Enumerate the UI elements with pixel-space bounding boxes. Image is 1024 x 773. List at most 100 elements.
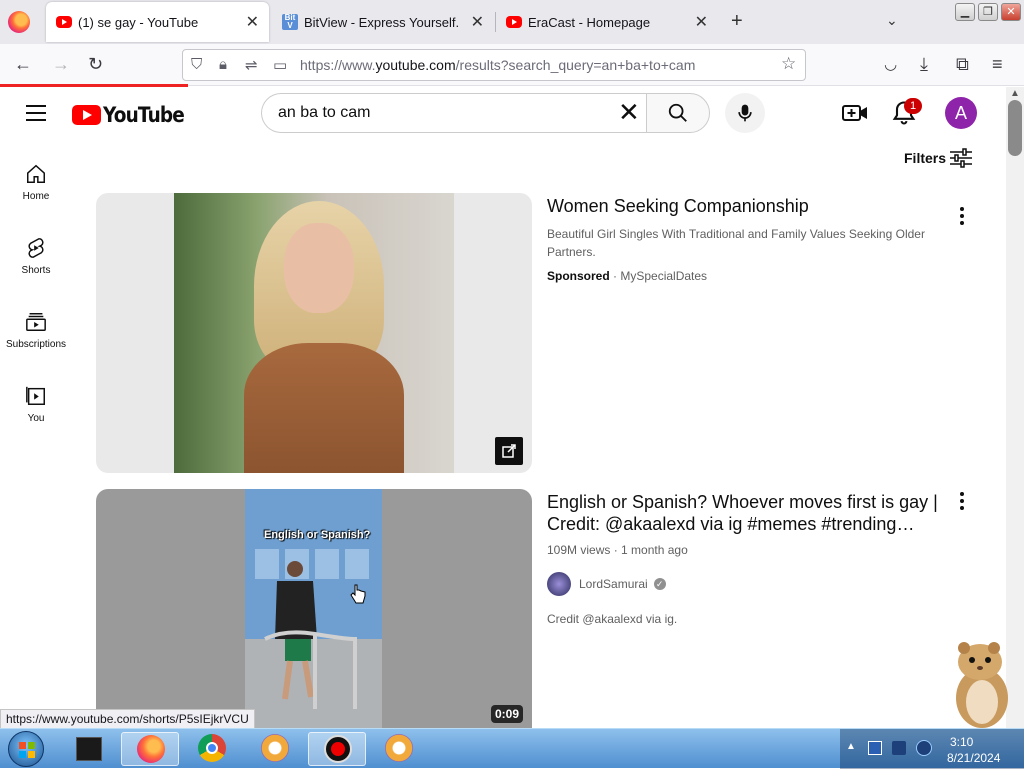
avatar[interactable]: A xyxy=(945,97,977,129)
clock-time[interactable]: 3:10 xyxy=(950,735,973,749)
youtube-icon xyxy=(506,14,522,30)
upload-age: 1 month ago xyxy=(621,543,688,557)
guide-label: Subscriptions xyxy=(5,339,67,350)
close-tab-icon[interactable]: ✕ xyxy=(695,12,708,32)
youtube-icon xyxy=(72,105,101,125)
ad-description: Beautiful Girl Singles With Traditional … xyxy=(547,227,925,259)
action-center-icon[interactable] xyxy=(892,741,906,755)
clock-date[interactable]: 8/21/2024 xyxy=(947,751,1000,765)
search-input[interactable]: an ba to cam ✕ xyxy=(261,93,647,133)
channel-info[interactable]: LordSamurai ✓ xyxy=(547,572,666,596)
taskbar-app-recorder[interactable] xyxy=(308,732,366,766)
microphone-icon xyxy=(738,104,752,122)
navigation-toolbar: ← → ↻ ⛉ 🔒︎ ⇌ ▭ https://www.youtube.com/r… xyxy=(0,44,1024,86)
taskbar-app-browser-2[interactable] xyxy=(370,732,428,766)
search-icon xyxy=(668,103,687,122)
voice-search-button[interactable] xyxy=(725,93,765,133)
list-all-tabs-icon[interactable]: ⌄ xyxy=(886,12,898,29)
advertiser-name[interactable]: MySpecialDates xyxy=(620,269,707,283)
close-tab-icon[interactable]: ✕ xyxy=(471,12,484,32)
close-window-icon[interactable]: ✕ xyxy=(1001,3,1021,21)
taskbar-app-terminal[interactable] xyxy=(60,732,118,766)
minimize-icon[interactable]: ▁ xyxy=(955,3,975,21)
app-menu-icon[interactable]: ≡ xyxy=(992,54,1003,75)
hamster-mascot xyxy=(956,642,1008,728)
view-count: 109M views xyxy=(547,543,611,557)
tab-title: BitView - Express Yourself. xyxy=(304,14,460,30)
home-icon xyxy=(27,164,45,183)
taskbar-app-firefox[interactable] xyxy=(121,732,179,766)
start-button[interactable] xyxy=(8,731,44,767)
ad-sponsor-line: Sponsored · MySpecialDates xyxy=(547,269,708,283)
external-link-button[interactable] xyxy=(495,437,523,465)
forward-icon[interactable]: → xyxy=(52,54,70,75)
search-query[interactable]: an ba to cam xyxy=(278,104,371,122)
subscriptions-icon xyxy=(26,313,46,331)
filter-sliders-icon[interactable] xyxy=(950,148,972,168)
downloads-icon[interactable]: ⤓ xyxy=(920,54,928,75)
video-duration: 0:09 xyxy=(491,705,524,723)
reload-icon[interactable]: ↻ xyxy=(88,54,103,75)
hand-cursor-icon xyxy=(350,584,366,604)
vertical-scrollbar[interactable] xyxy=(1006,87,1024,728)
back-icon[interactable]: ← xyxy=(14,54,32,75)
youtube-logo[interactable]: YouTube xyxy=(72,103,195,127)
search-button[interactable] xyxy=(646,93,710,133)
pocket-icon[interactable]: ◡ xyxy=(884,55,897,73)
guide-item-subscriptions[interactable]: Subscriptions xyxy=(0,311,72,350)
scrollbar-thumb[interactable] xyxy=(1008,100,1022,156)
lock-icon[interactable]: 🔒︎ xyxy=(219,56,227,73)
reader-icon[interactable]: ▭ xyxy=(273,56,287,74)
shield-icon[interactable]: ⛉ xyxy=(191,56,202,73)
record-icon xyxy=(324,735,352,763)
video-thumbnail[interactable]: English or Spanish? xyxy=(96,489,532,729)
more-actions-icon[interactable] xyxy=(958,207,966,228)
tab-eracast[interactable]: EraCast - Homepage ✕ xyxy=(496,2,718,42)
app-tray-icon[interactable] xyxy=(916,740,932,756)
video-frame xyxy=(245,489,382,729)
clear-search-icon[interactable]: ✕ xyxy=(618,99,640,125)
ad-title[interactable]: Women Seeking Companionship xyxy=(547,195,939,217)
guide-item-home[interactable]: Home xyxy=(0,163,72,202)
tray-expand-icon[interactable]: ▲ xyxy=(846,741,856,752)
channel-name[interactable]: LordSamurai xyxy=(579,577,648,591)
sponsored-label: Sponsored xyxy=(547,269,610,283)
ad-image xyxy=(174,193,454,473)
close-tab-icon[interactable]: ✕ xyxy=(246,12,259,32)
more-actions-icon[interactable] xyxy=(958,492,966,513)
youtube-masthead: YouTube an ba to cam ✕ 1 A xyxy=(0,87,1006,143)
bookmark-star-icon[interactable]: ☆ xyxy=(781,54,796,74)
network-icon[interactable] xyxy=(868,741,882,755)
external-link-icon xyxy=(502,444,516,458)
tab-bitview[interactable]: Bit V BitView - Express Yourself. ✕ xyxy=(272,2,494,42)
guide-label: You xyxy=(27,413,45,424)
firefox-menu-icon[interactable] xyxy=(8,11,30,33)
scroll-up-icon[interactable]: ▲ xyxy=(1010,88,1020,99)
ad-thumbnail[interactable] xyxy=(96,193,532,473)
windows-logo-icon xyxy=(19,742,35,758)
taskbar-app-chrome[interactable] xyxy=(183,732,241,766)
terminal-icon xyxy=(76,737,102,761)
guide-item-you[interactable]: You xyxy=(0,385,72,424)
create-video-icon[interactable] xyxy=(842,101,868,125)
tab-youtube-search[interactable]: (1) se gay - YouTube ✕ xyxy=(46,2,269,42)
channel-avatar[interactable] xyxy=(547,572,571,596)
video-metadata: 109M views · 1 month ago xyxy=(547,543,688,557)
permissions-icon[interactable]: ⇌ xyxy=(245,56,258,74)
link-status-bar: https://www.youtube.com/shorts/P5sIEjkrV… xyxy=(0,709,255,729)
tab-title: (1) se gay - YouTube xyxy=(78,14,199,30)
browser-tab-strip: (1) se gay - YouTube ✕ Bit V BitView - Ex… xyxy=(0,0,1024,44)
youtube-icon xyxy=(56,14,72,30)
filters-button[interactable]: Filters xyxy=(904,150,946,166)
new-tab-icon[interactable]: + xyxy=(731,10,743,33)
guide-item-shorts[interactable]: Shorts xyxy=(0,237,72,276)
taskbar-app-browser[interactable] xyxy=(246,732,304,766)
shorts-icon xyxy=(28,238,44,258)
browser-icon xyxy=(385,734,413,762)
guide-menu-icon[interactable] xyxy=(26,105,46,126)
extensions-icon[interactable]: ⧉ xyxy=(956,54,969,75)
address-bar[interactable]: ⛉ 🔒︎ ⇌ ▭ https://www.youtube.com/results… xyxy=(182,49,806,81)
video-title[interactable]: English or Spanish? Whoever moves first … xyxy=(547,491,939,535)
restore-icon[interactable]: ❐ xyxy=(978,3,998,21)
url-text[interactable]: https://www.youtube.com/results?search_q… xyxy=(300,57,695,73)
